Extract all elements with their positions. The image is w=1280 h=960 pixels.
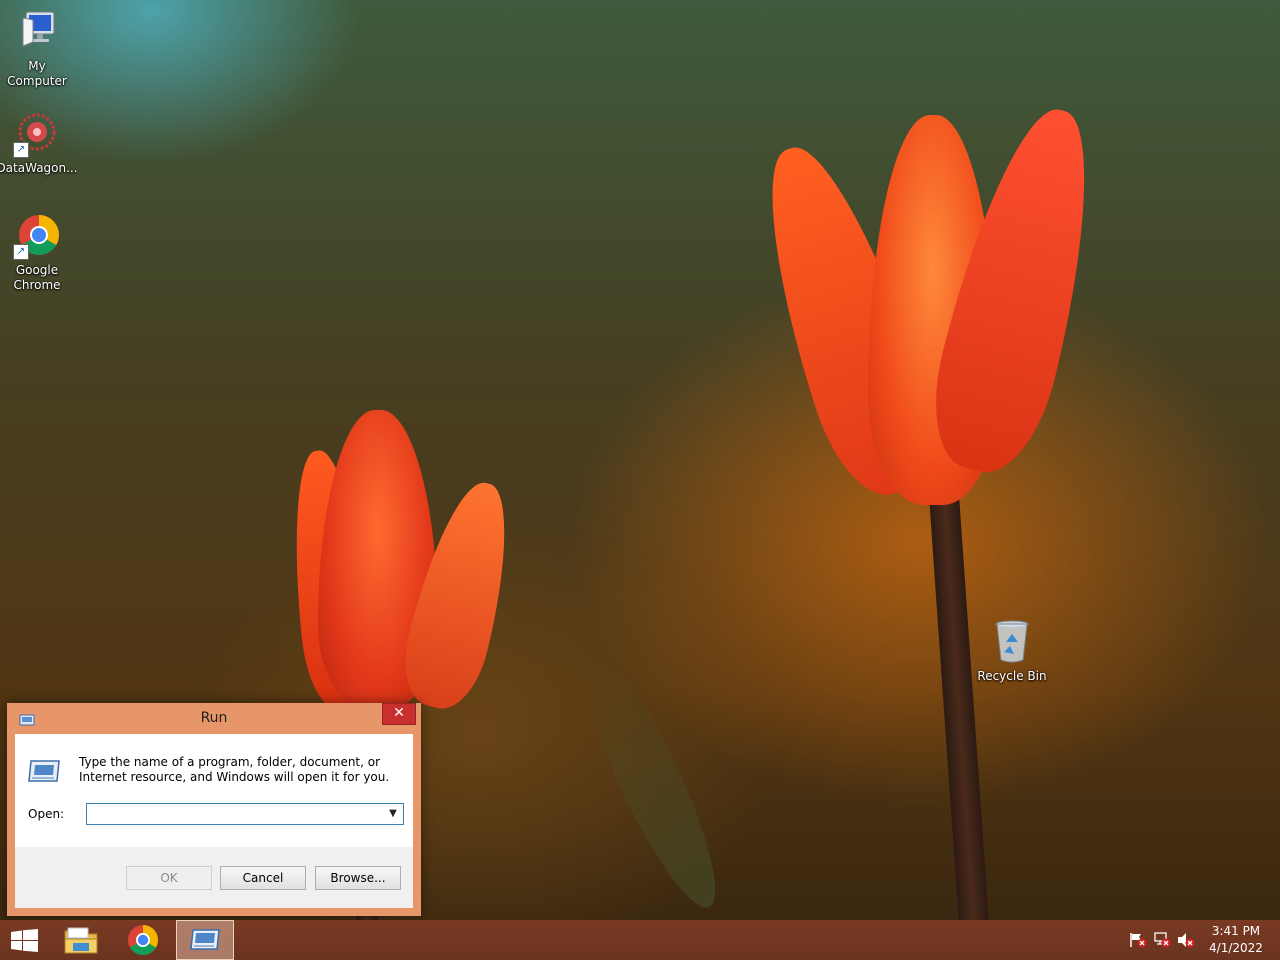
clock-date: 4/1/2022 — [1209, 941, 1263, 955]
shortcut-arrow-icon: ↗ — [13, 142, 29, 158]
chrome-icon — [127, 924, 159, 960]
taskbar-file-explorer[interactable] — [52, 920, 110, 960]
system-clock[interactable]: 3:41 PM 4/1/2022 — [1200, 923, 1272, 957]
desktop[interactable]: My Computer ↗ DataWagon... ↗ Google Chro… — [0, 0, 1280, 920]
run-icon — [189, 928, 221, 956]
desktop-icon-label: Google Chrome — [13, 263, 61, 292]
action-center-flag-icon[interactable] — [1129, 932, 1147, 948]
run-dialog[interactable]: Run ✕ Type the name of a program, folder… — [7, 703, 421, 916]
desktop-icon-my-computer[interactable]: My Computer — [0, 8, 75, 89]
desktop-icon-google-chrome[interactable]: ↗ Google Chrome — [0, 212, 75, 293]
clock-time: 3:41 PM — [1211, 924, 1261, 938]
desktop-icon-label: My Computer — [7, 59, 67, 88]
speaker-muted-icon[interactable] — [1177, 932, 1195, 948]
run-dialog-title: Run — [200, 710, 228, 726]
open-combobox[interactable]: ▼ — [86, 803, 404, 825]
desktop-icon-datawagon[interactable]: ↗ DataWagon... — [0, 110, 78, 176]
taskbar: 3:41 PM 4/1/2022 — [0, 920, 1280, 960]
computer-icon — [13, 8, 61, 56]
run-dialog-body: Type the name of a program, folder, docu… — [15, 734, 413, 908]
shortcut-arrow-icon: ↗ — [13, 244, 29, 260]
file-explorer-icon — [64, 925, 98, 959]
browse-button[interactable]: Browse... — [315, 866, 401, 890]
cancel-button[interactable]: Cancel — [220, 866, 306, 890]
chevron-down-icon[interactable]: ▼ — [385, 805, 401, 823]
run-description: Type the name of a program, folder, docu… — [79, 755, 390, 784]
close-button[interactable]: ✕ — [382, 703, 416, 725]
run-titlebar[interactable]: Run ✕ — [7, 703, 421, 733]
chrome-icon: ↗ — [13, 212, 61, 260]
desktop-icon-recycle-bin[interactable]: Recycle Bin — [974, 618, 1050, 684]
run-dialog-content: Type the name of a program, folder, docu… — [15, 734, 413, 847]
wallpaper-stem-right — [928, 489, 990, 920]
open-label: Open: — [28, 807, 65, 821]
network-icon[interactable] — [1153, 932, 1171, 948]
start-icon — [11, 929, 38, 956]
start-button[interactable] — [0, 920, 48, 960]
datawagon-icon: ↗ — [13, 110, 61, 158]
taskbar-run[interactable] — [176, 920, 234, 960]
desktop-icon-label: Recycle Bin — [977, 669, 1047, 683]
desktop-icon-label: DataWagon... — [0, 161, 78, 175]
open-input[interactable] — [87, 804, 385, 824]
ok-button[interactable]: OK — [126, 866, 212, 890]
run-icon — [27, 758, 61, 788]
wallpaper-leaf — [563, 640, 737, 920]
taskbar-chrome[interactable] — [114, 920, 172, 960]
recycle-bin-icon — [988, 618, 1036, 666]
